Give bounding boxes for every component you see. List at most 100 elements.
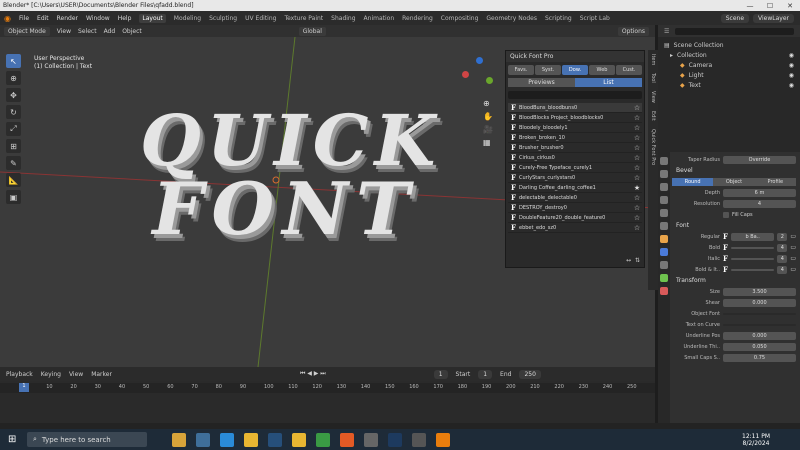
viewport-text-object[interactable]: QUICK FONT [140,106,435,245]
viewlayer-selector[interactable]: ViewLayer [753,13,794,23]
depth-field[interactable]: 6 m [723,188,796,197]
underline-thickness-field[interactable]: 0.050 [723,342,796,351]
font-list-item[interactable]: Fdelectable_delectable0 ☆ [508,193,642,203]
grid-icon[interactable]: ▦ [483,138,493,147]
mail-icon[interactable] [268,432,282,447]
x-axis-icon[interactable] [462,71,469,78]
workspace-tab-modeling[interactable]: Modeling [174,15,201,22]
favorite-star-icon[interactable]: ☆ [632,154,642,162]
visibility-eye-icon[interactable]: ◉ [789,72,794,79]
photoshop-icon[interactable] [388,432,402,447]
font-open-folder-icon[interactable]: ▭ [790,255,796,262]
font-list-item[interactable]: F BloodBuns_bloodbuns0 ☆ [508,103,642,113]
select-menu[interactable]: Select [78,28,97,35]
firefox-icon[interactable] [340,432,354,447]
view-layer-props-icon[interactable] [660,196,668,204]
close-button[interactable]: ✕ [780,2,800,10]
add-cube-tool-icon[interactable]: ▣ [6,190,21,204]
size-field[interactable]: 3.500 [723,287,796,296]
explorer-icon[interactable] [292,432,306,447]
blender-logo-icon[interactable]: ◉ [4,14,11,23]
font-list-item[interactable]: F DESTROY_destroy0 ☆ [508,203,642,213]
frame-ruler[interactable]: 1102030405060708090100110120130140150160… [0,383,655,393]
font-open-folder-icon[interactable]: ▭ [790,266,796,273]
tab-custom[interactable]: Cust. [616,65,642,75]
font-open-folder-icon[interactable]: ▭ [790,233,796,240]
pan-icon[interactable]: ✋ [483,112,493,121]
tool-props-icon[interactable] [660,157,668,165]
sort-icon[interactable]: ⇅ [635,257,640,264]
workspace-tab-rendering[interactable]: Rendering [402,15,433,22]
app-icon[interactable] [364,432,378,447]
output-props-icon[interactable] [660,183,668,191]
font-slot-field[interactable] [730,257,775,260]
resolution-field[interactable]: 4 [723,199,796,208]
font-list-item[interactable]: Febbet_edo_sz0 ☆ [508,223,642,233]
scale-tool-icon[interactable]: ⤢ [6,122,21,136]
transform-section-header[interactable]: Transform [672,275,800,286]
menu-window[interactable]: Window [86,15,110,22]
scene-props-icon[interactable] [660,209,668,217]
view-menu[interactable]: View [57,28,71,35]
y-axis-icon[interactable] [486,77,493,84]
tab-web[interactable]: Web [589,65,615,75]
mode-dropdown[interactable]: Object Mode [4,26,50,36]
timeline-area[interactable]: 1102030405060708090100110120130140150160… [0,381,655,423]
sidebar-tab-item[interactable]: Item [650,54,656,65]
minimize-button[interactable]: — [740,2,760,10]
timeline-view-menu[interactable]: View [69,371,83,378]
transform-orientation-dropdown[interactable]: Global [298,26,326,36]
windows-start-icon[interactable]: ⊞ [8,434,16,445]
font-list-item[interactable]: F Darling Coffee_darling_coffee1 ★ [508,183,642,193]
visibility-eye-icon[interactable]: ◉ [789,62,794,69]
task-view-icon[interactable] [196,432,210,447]
app-icon-2[interactable] [412,432,426,447]
favorite-star-icon[interactable]: ☆ [632,194,642,202]
scene-selector[interactable]: Scene [720,13,750,23]
previews-button[interactable]: Previews [508,78,575,87]
filter-icon[interactable]: ↔ [626,257,631,264]
navigation-gizmo[interactable] [462,57,496,91]
font-open-folder-icon[interactable]: ▭ [790,244,796,251]
workspace-tab-layout[interactable]: Layout [139,13,166,23]
font-file-icon[interactable]: F [723,265,728,274]
edge-icon[interactable] [220,432,234,447]
outliner-row-collection[interactable]: ▸ Collection ◉ [664,50,794,60]
font-list-item[interactable]: F CurlyStars_curlystars0 ☆ [508,173,642,183]
font-search-input[interactable] [508,91,642,99]
playback-menu[interactable]: Playback [6,371,33,378]
visibility-eye-icon[interactable]: ◉ [789,82,794,89]
fill-caps-checkbox[interactable] [723,211,729,218]
font-list-item[interactable]: F DoubleFeature20_double_feature0 ☆ [508,213,642,223]
workspace-tab-script-lab[interactable]: Script Lab [580,15,610,22]
visibility-eye-icon[interactable]: ◉ [789,52,794,59]
favorite-star-icon[interactable]: ☆ [632,114,642,122]
favorite-star-icon[interactable]: ☆ [632,124,642,132]
taper-radius-dropdown[interactable]: Override [723,155,796,164]
favorite-star-icon[interactable]: ☆ [632,204,642,212]
favorite-star-icon[interactable]: ☆ [632,214,642,222]
workspace-tab-texture-paint[interactable]: Texture Paint [284,15,323,22]
font-list-item[interactable]: F Curely-Free Typeface_curely1 ☆ [508,163,642,173]
current-frame-field[interactable]: 1 [433,369,448,379]
start-frame-field[interactable]: 1 [478,369,493,379]
workspace-tab-sculpting[interactable]: Sculpting [209,15,237,22]
workspace-tab-uv-editing[interactable]: UV Editing [245,15,276,22]
list-button[interactable]: List [575,78,642,87]
workspace-tab-scripting[interactable]: Scripting [545,15,572,22]
sidebar-tab-view[interactable]: View [650,91,656,103]
bevel-profile-button[interactable]: Profile [754,177,796,186]
marker-menu[interactable]: Marker [91,371,112,378]
sidebar-tab-edit[interactable]: Edit [650,111,656,121]
font-slot-field[interactable] [730,268,775,271]
font-slot-field[interactable] [730,246,775,249]
workspace-tab-shading[interactable]: Shading [331,15,355,22]
workspace-tab-compositing[interactable]: Compositing [441,15,479,22]
tab-downloaded[interactable]: Dow. [562,65,588,75]
menu-render[interactable]: Render [57,15,78,22]
outliner-search[interactable] [675,27,794,35]
material-props-icon[interactable] [660,287,668,295]
sidebar-tab-tool[interactable]: Tool [650,73,656,83]
blender-taskbar-icon[interactable] [436,432,450,447]
favorite-star-icon[interactable]: ☆ [632,134,642,142]
